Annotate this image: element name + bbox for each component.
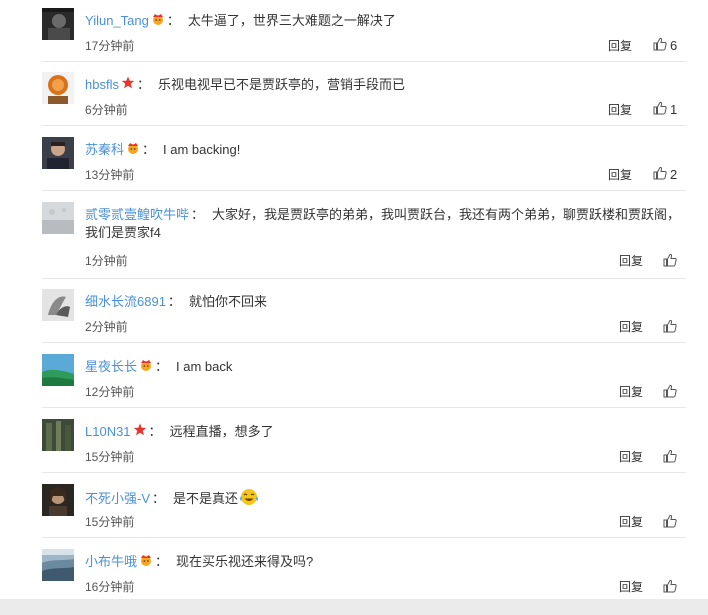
reply-button[interactable]: 回复 [619,383,643,400]
reply-button[interactable]: 回复 [608,101,632,118]
username-link[interactable]: hbsfls [85,77,119,92]
username-link[interactable]: 细水长流6891 [85,294,166,309]
comment-item: L10N31：远程直播，想多了 15分钟前 回复 [42,419,686,473]
comment-time: 15分钟前 [85,450,135,464]
like-count: 1 [670,102,678,117]
username-link[interactable]: 星夜长长 [85,359,137,374]
comment-list: Yilun_Tang：太牛逼了，世界三大难题之一解决了 17分钟前 回复 6 h… [0,0,708,615]
reply-button[interactable]: 回复 [608,37,632,54]
username-link[interactable]: L10N31 [85,424,131,439]
thumbs-up-icon [663,253,677,270]
avatar[interactable] [42,354,74,386]
thumbs-up-icon [653,101,667,118]
crown-badge-icon [151,12,165,30]
star-badge-icon [121,76,135,94]
comment-item: 星夜长长： I am back 12分钟前 回复 [42,354,686,408]
comment-time: 6分钟前 [85,103,128,117]
reply-button[interactable]: 回复 [608,166,632,183]
reply-button[interactable]: 回复 [619,578,643,595]
thumbs-up-icon [663,319,677,336]
comment-time: 1分钟前 [85,254,128,268]
comment-time: 15分钟前 [85,515,135,529]
comment-item: 苏秦科： I am backing! 13分钟前 回复 2 [42,137,686,191]
username-link[interactable]: 苏秦科 [85,142,124,157]
comment-text: I am backing! [163,142,241,157]
thumbs-up-icon [663,449,677,466]
comment-item: 贰零贰壹鳇吹牛哔：大家好，我是贾跃亭的弟弟，我叫贾跃台，我还有两个弟弟，聊贾跃楼… [42,202,686,279]
thumbs-up-icon [663,514,677,531]
like-button[interactable] [663,319,677,336]
comment-item: 细水长流6891：就怕你不回来 2分钟前 回复 [42,289,686,343]
crown-badge-icon [126,141,140,159]
star-badge-icon [133,423,147,441]
like-count: 6 [670,38,678,53]
reply-button[interactable]: 回复 [619,513,643,530]
crown-badge-icon [139,358,153,376]
comment-time: 17分钟前 [85,39,135,53]
laugh-cry-emoji-icon [239,488,259,511]
like-button[interactable] [663,514,677,531]
comment-time: 2分钟前 [85,320,128,334]
username-link[interactable]: 不死小强-V [85,491,150,506]
thumbs-up-icon [663,579,677,596]
username-link[interactable]: Yilun_Tang [85,13,149,28]
comment-item: 小布牛哦：现在买乐视还来得及吗? 16分钟前 回复 [42,549,686,599]
thumbs-up-icon [653,37,667,54]
comment-item: hbsfls：乐视电视早已不是贾跃亭的，营销手段而已 6分钟前 回复 1 [42,72,686,126]
avatar[interactable] [42,202,74,234]
username-link[interactable]: 小布牛哦 [85,554,137,569]
username-link[interactable]: 贰零贰壹鳇吹牛哔 [85,207,189,222]
like-button[interactable]: 1 [653,101,677,118]
comment-text: 就怕你不回来 [188,294,267,309]
like-button[interactable]: 6 [653,37,677,54]
comment-item: 不死小强-V：是不是真还 15分钟前 回复 [42,484,686,538]
comment-text: 远程直播，想多了 [169,424,274,439]
avatar[interactable] [42,484,74,516]
avatar[interactable] [42,289,74,321]
comment-time: 13分钟前 [85,168,135,182]
crown-badge-icon [139,553,153,571]
comment-time: 16分钟前 [85,580,135,594]
reply-button[interactable]: 回复 [619,448,643,465]
avatar[interactable] [42,137,74,169]
avatar[interactable] [42,72,74,104]
comment-time: 12分钟前 [85,385,135,399]
comment-text: 现在买乐视还来得及吗? [176,554,314,569]
avatar[interactable] [42,419,74,451]
like-count: 2 [670,167,678,182]
thumbs-up-icon [653,166,667,183]
comment-text: 是不是真还 [173,490,239,506]
like-button[interactable] [663,384,677,401]
like-button[interactable] [663,253,677,270]
comment-item: Yilun_Tang：太牛逼了，世界三大难题之一解决了 17分钟前 回复 6 [42,8,686,62]
reply-button[interactable]: 回复 [619,252,643,269]
reply-button[interactable]: 回复 [619,318,643,335]
avatar[interactable] [42,549,74,581]
bottom-divider-bar [0,599,708,615]
avatar[interactable] [42,8,74,40]
comment-text: 乐视电视早已不是贾跃亭的，营销手段而已 [157,77,405,92]
comment-text: 太牛逼了，世界三大难题之一解决了 [187,13,396,28]
thumbs-up-icon [663,384,677,401]
like-button[interactable] [663,579,677,596]
comment-text: I am back [176,359,233,374]
like-button[interactable] [663,449,677,466]
like-button[interactable]: 2 [653,166,677,183]
